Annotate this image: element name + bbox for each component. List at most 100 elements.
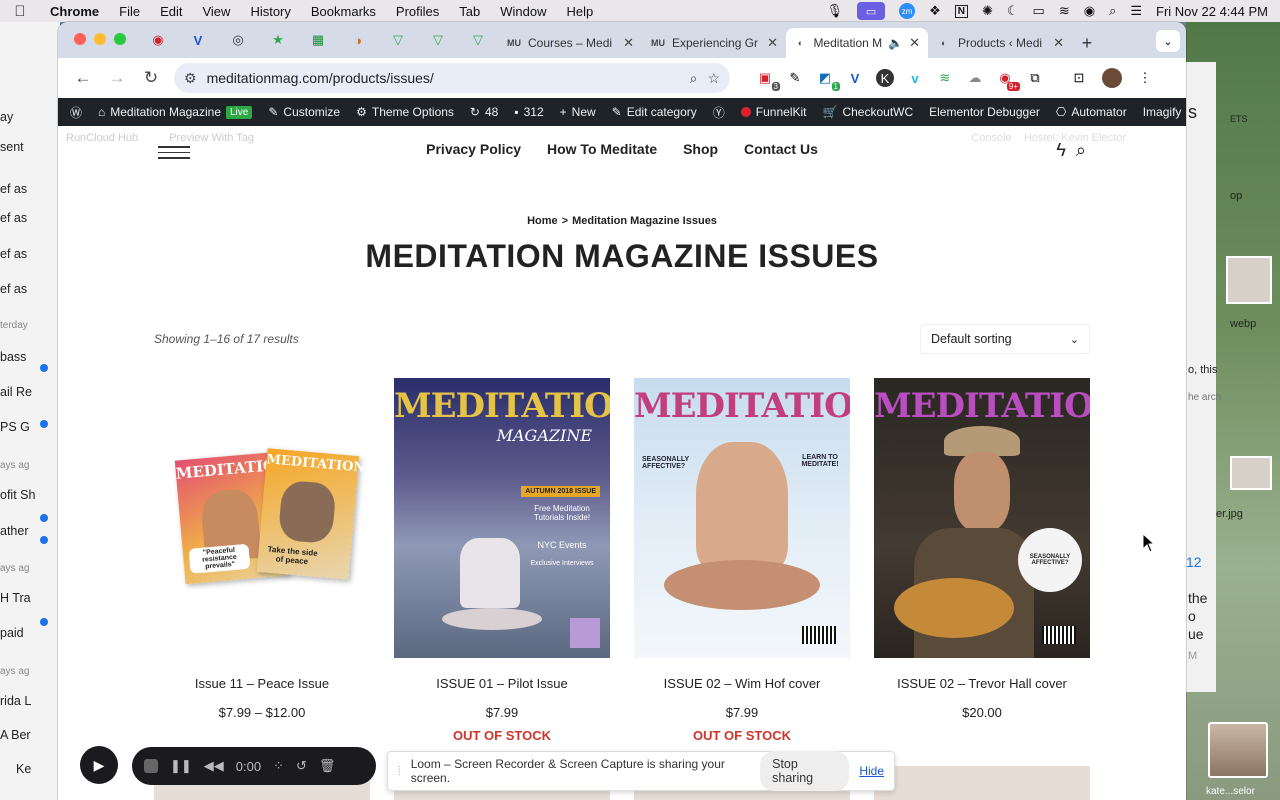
url-text[interactable]: meditationmag.com/products/issues/	[207, 70, 680, 86]
tab-experiencing[interactable]: MU Experiencing Gr ✕	[642, 28, 786, 58]
wp-imagify[interactable]: Imagify	[1135, 105, 1186, 119]
pinned-tab-sheets-icon[interactable]: ▦	[298, 22, 338, 58]
back-button[interactable]: ←	[68, 63, 98, 93]
screen-share-icon[interactable]: ▭	[857, 2, 886, 20]
address-bar[interactable]: ⚙ meditationmag.com/products/issues/ ⌕ ☆	[174, 63, 730, 93]
product-name[interactable]: ISSUE 01 – Pilot Issue	[394, 676, 610, 691]
nav-contact-us[interactable]: Contact Us	[744, 141, 818, 157]
forward-button[interactable]: →	[102, 63, 132, 93]
wp-edit-category[interactable]: ✎ Edit category	[604, 105, 705, 119]
menu-window[interactable]: Window	[490, 4, 556, 19]
wp-checkoutwc[interactable]: 🛒 CheckoutWC	[815, 105, 922, 119]
undo-icon[interactable]: ↺	[296, 758, 307, 774]
wp-updates[interactable]: ↻ 48	[462, 105, 506, 119]
pause-icon[interactable]: ❚❚	[170, 758, 192, 774]
moon-icon[interactable]: ☾	[1007, 3, 1019, 19]
clock[interactable]: Fri Nov 22 4:44 PM	[1156, 4, 1268, 19]
nav-shop[interactable]: Shop	[683, 141, 718, 157]
restart-icon[interactable]: ◀◀	[204, 758, 224, 774]
wp-elementor-debugger[interactable]: Elementor Debugger	[921, 105, 1048, 119]
eyedropper-extension-icon[interactable]: ✎	[782, 65, 808, 91]
lightning-icon[interactable]: ϟ	[1056, 140, 1066, 161]
minimize-window-button[interactable]	[94, 33, 106, 45]
pinned-tab-funnel-icon[interactable]: ▽	[378, 22, 418, 58]
pinned-tab-chat-icon[interactable]: ◎	[218, 22, 258, 58]
stop-recording-button[interactable]	[144, 759, 158, 773]
menu-app[interactable]: Chrome	[40, 4, 109, 19]
close-tab-icon[interactable]: ✕	[909, 35, 920, 51]
leaf-extension-icon[interactable]: ≋	[932, 65, 958, 91]
menu-edit[interactable]: Edit	[150, 4, 192, 19]
new-tab-button[interactable]: +	[1072, 28, 1102, 58]
pinned-tab-star-icon[interactable]: ★	[258, 22, 298, 58]
pinned-tab-funnel-icon[interactable]: ▽	[418, 22, 458, 58]
chatgpt-icon[interactable]: ✺	[982, 3, 993, 19]
menu-help[interactable]: Help	[557, 4, 604, 19]
menu-file[interactable]: File	[109, 4, 150, 19]
puzzle-extensions-icon[interactable]: ⧉	[1022, 65, 1048, 91]
product-name[interactable]: Issue 11 – Peace Issue	[154, 676, 370, 691]
drag-handle-icon[interactable]: ⦙	[398, 764, 401, 779]
sorting-select[interactable]: Default sorting ⌄	[920, 324, 1090, 354]
loom-camera-button[interactable]: ▶	[80, 746, 118, 784]
product-name[interactable]: ISSUE 02 – Wim Hof cover	[634, 676, 850, 691]
wifi-icon[interactable]: ≋	[1059, 3, 1070, 19]
outlook-extension-icon[interactable]: ◩ 1	[812, 65, 840, 91]
spotlight-icon[interactable]: ⌕	[1109, 3, 1116, 19]
zoom-icon[interactable]: ⌕	[690, 70, 698, 87]
close-window-button[interactable]	[74, 33, 86, 45]
wp-comments[interactable]: ▪ 312	[506, 105, 551, 119]
site-info-icon[interactable]: ⚙	[184, 70, 197, 87]
webcam-bubble[interactable]	[1208, 722, 1268, 778]
drawing-tools-icon[interactable]: ⁘	[273, 758, 284, 774]
stop-sharing-button[interactable]: Stop sharing	[760, 751, 850, 791]
vimeo-alt-extension-icon[interactable]: v	[902, 65, 928, 91]
pinned-tab-wp-icon[interactable]: ◑	[338, 22, 378, 58]
fullscreen-window-button[interactable]	[114, 33, 126, 45]
product-card[interactable]: MEDITATION SEASONALLY AFFECTIVE? ISSUE 0…	[874, 378, 1090, 720]
product-card[interactable]: MEDITATION "Peaceful resistance prevails…	[154, 378, 370, 720]
reload-button[interactable]: ↻	[136, 63, 166, 93]
close-tab-icon[interactable]: ✕	[1053, 35, 1064, 51]
notifications-extension-icon[interactable]: ◉ 9+	[992, 65, 1020, 91]
nav-privacy-policy[interactable]: Privacy Policy	[426, 141, 521, 157]
battery-icon[interactable]: ▭	[1033, 3, 1045, 19]
hide-link[interactable]: Hide	[859, 764, 884, 778]
profile-avatar[interactable]	[1102, 68, 1122, 88]
tab-meditation-active[interactable]: ◐ Meditation M 🔈 ✕	[786, 28, 928, 58]
k-extension-icon[interactable]: K	[876, 69, 894, 87]
close-tab-icon[interactable]: ✕	[623, 35, 634, 51]
kebab-menu-icon[interactable]: ⋮	[1132, 65, 1158, 91]
pinned-tab-funnel-icon[interactable]: ▽	[458, 22, 498, 58]
tab-search-chevron-icon[interactable]: ⌄	[1156, 30, 1180, 52]
tab-courses[interactable]: MU Courses – Medi ✕	[498, 28, 642, 58]
file-thumbnail[interactable]	[1230, 456, 1272, 490]
wp-customize[interactable]: ✎ Customize	[260, 105, 348, 119]
wp-funnelkit[interactable]: FunnelKit	[733, 105, 815, 119]
menu-bookmarks[interactable]: Bookmarks	[301, 4, 386, 19]
user-icon[interactable]: ◉	[1084, 3, 1095, 19]
file-thumbnail[interactable]	[1226, 256, 1272, 304]
vimeo-extension-icon[interactable]: V	[842, 65, 868, 91]
product-card[interactable]: MEDITATION SEASONALLY AFFECTIVE? LEARN T…	[634, 378, 850, 743]
zoom-icon[interactable]: zm	[899, 3, 916, 19]
cloud-extension-icon[interactable]: ☁	[962, 65, 988, 91]
menu-tab[interactable]: Tab	[449, 4, 490, 19]
wp-automator[interactable]: ⎔ Automator	[1048, 105, 1135, 119]
product-name[interactable]: ISSUE 02 – Trevor Hall cover	[874, 676, 1090, 691]
menu-profiles[interactable]: Profiles	[386, 4, 449, 19]
apple-icon[interactable]: 	[0, 3, 40, 20]
tab-products[interactable]: ◐ Products ‹ Medi ✕	[928, 28, 1072, 58]
close-tab-icon[interactable]: ✕	[767, 35, 778, 51]
wp-theme-options[interactable]: ⚙ Theme Options	[348, 105, 462, 119]
trash-icon[interactable]: 🗑	[319, 758, 336, 774]
product-image-partial[interactable]	[874, 766, 1090, 800]
wp-site-name[interactable]: ⌂ Meditation Magazine Live	[90, 105, 260, 119]
notion-icon[interactable]: N	[954, 4, 968, 18]
product-image-pilot-issue[interactable]: MEDITATION MAGAZINE AUTUMN 2018 ISSUE Fr…	[394, 378, 610, 658]
breadcrumb-home[interactable]: Home	[527, 215, 558, 227]
bookmark-star-icon[interactable]: ☆	[707, 70, 720, 87]
yoast-icon[interactable]: Ⓨ	[705, 104, 733, 121]
control-center-icon[interactable]: ☰	[1130, 3, 1142, 19]
product-card[interactable]: MEDITATION MAGAZINE AUTUMN 2018 ISSUE Fr…	[394, 378, 610, 743]
